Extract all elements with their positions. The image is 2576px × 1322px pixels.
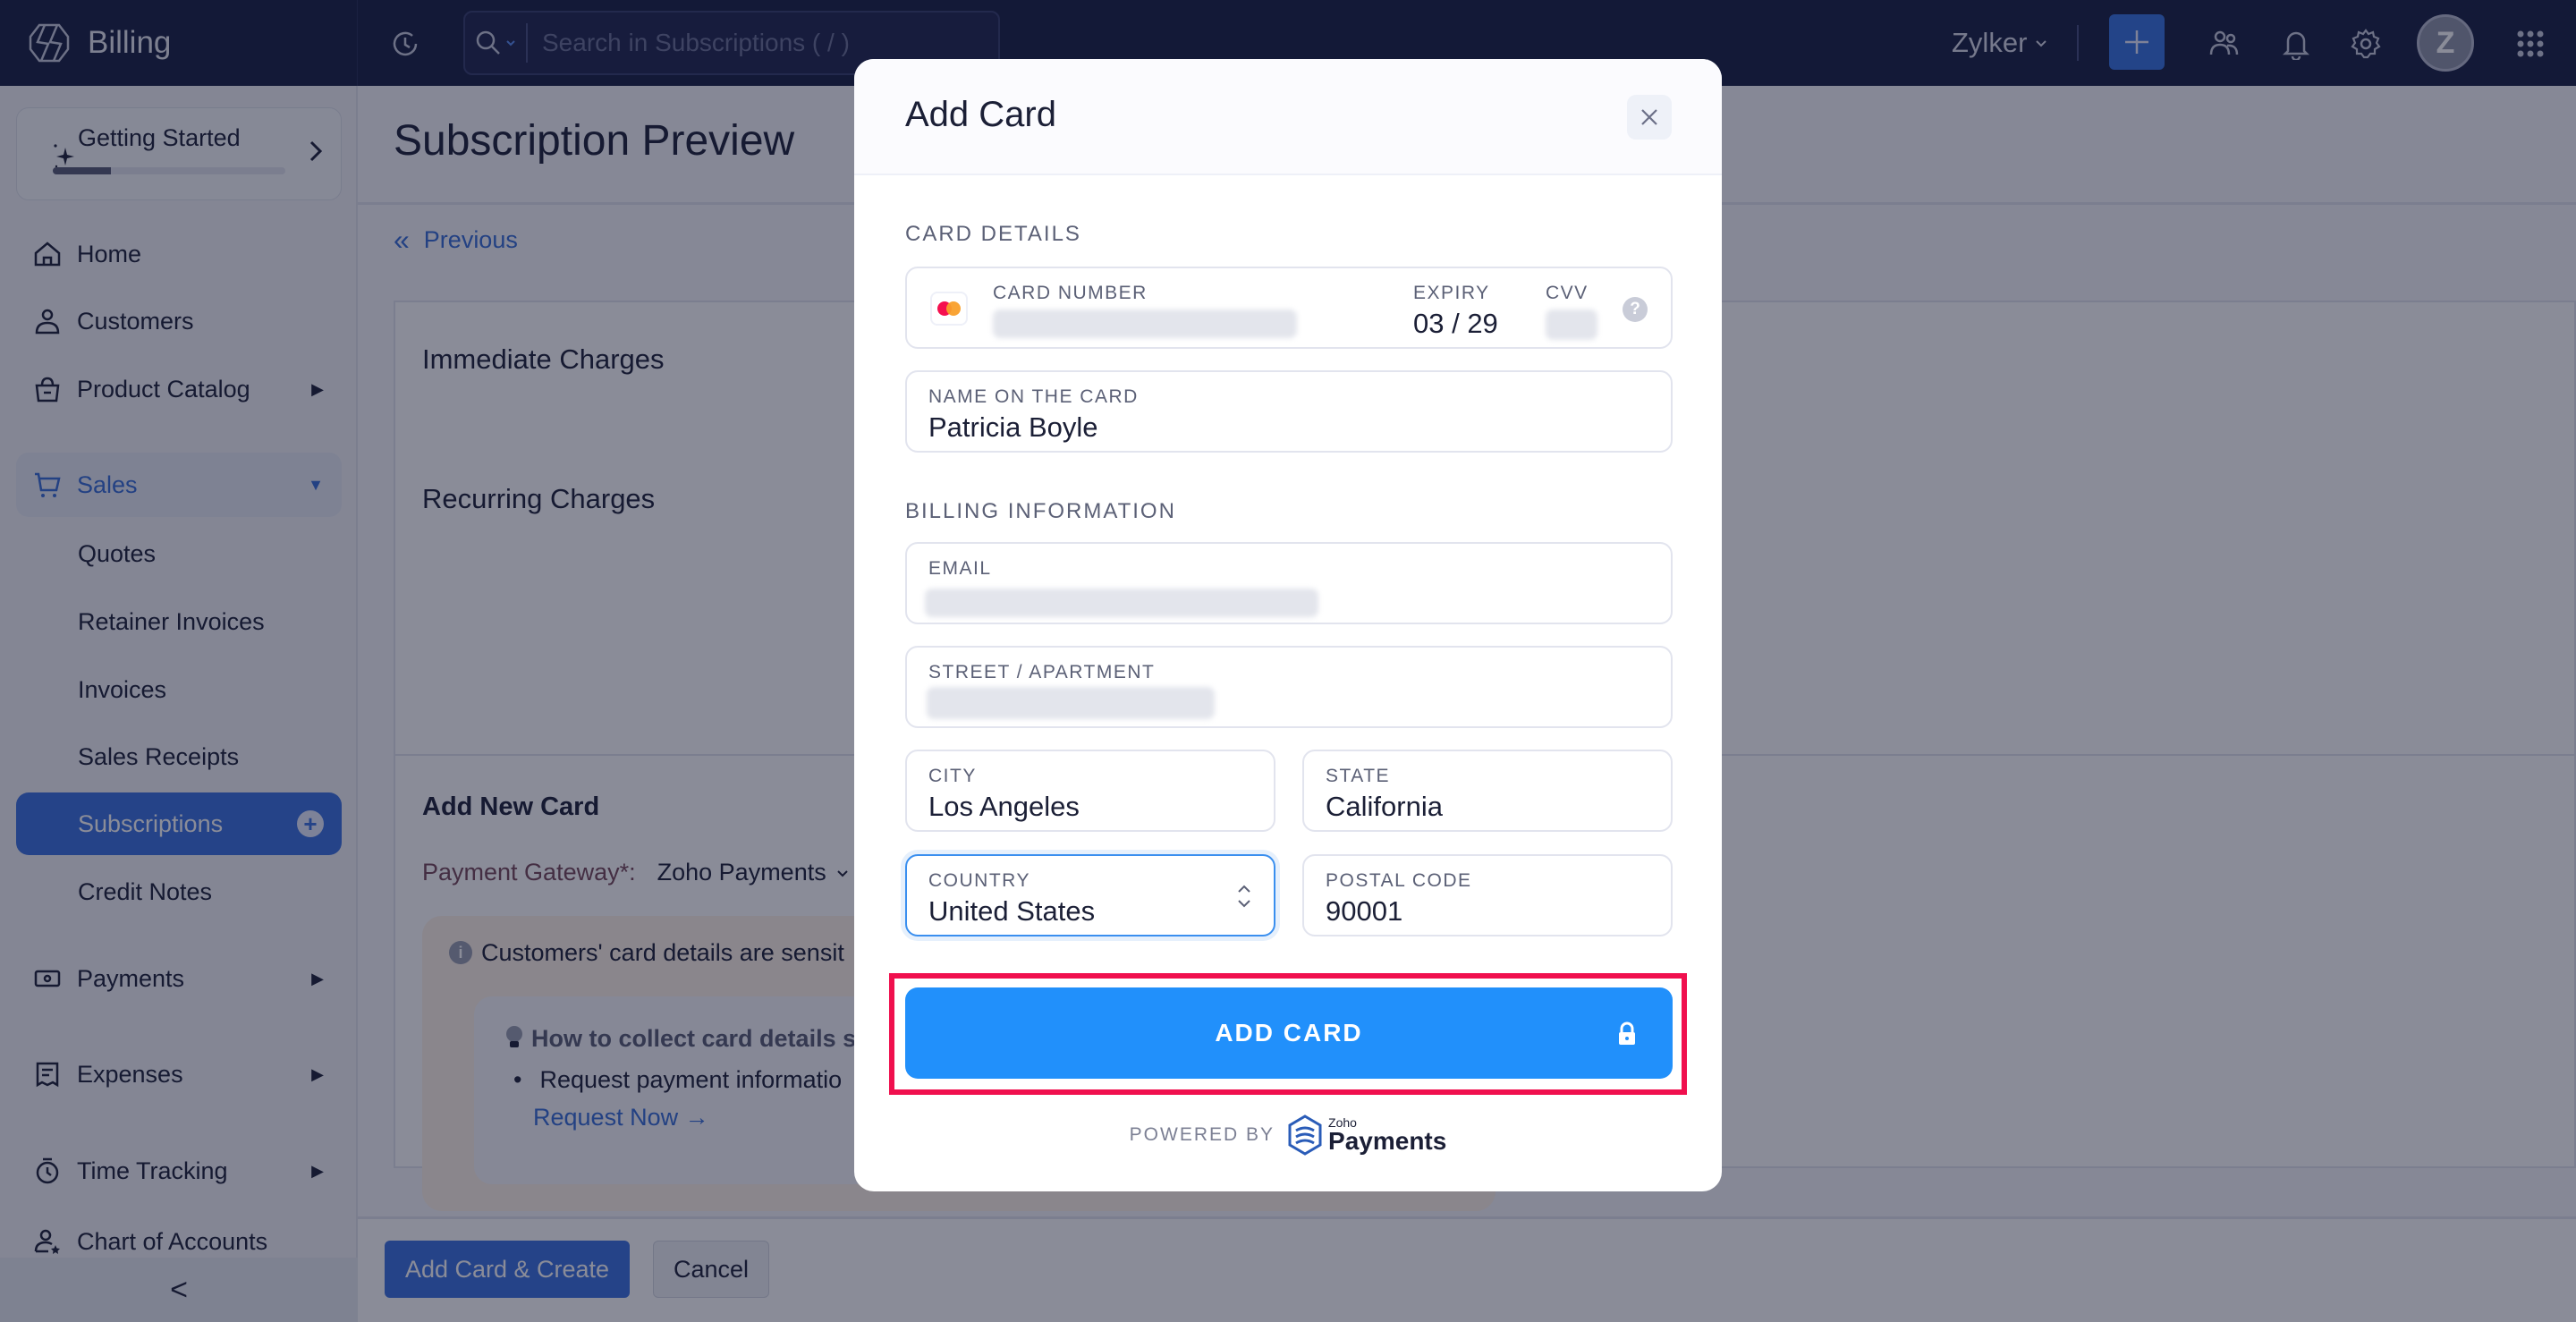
card-number-input[interactable] [993,309,1297,338]
close-button[interactable] [1627,95,1672,140]
city-input[interactable]: Los Angeles [928,791,1080,823]
select-arrows-icon [1236,881,1252,913]
postal-code-input[interactable]: 90001 [1326,895,1402,928]
expiry-label: EXPIRY [1413,283,1490,303]
add-card-button[interactable]: ADD CARD [905,987,1673,1079]
brand-big-text: Payments [1328,1127,1447,1155]
name-on-card-label: NAME ON THE CARD [928,386,1139,407]
name-on-card-input[interactable]: Patricia Boyle [928,411,1098,444]
city-field[interactable]: CITY Los Angeles [905,750,1275,832]
card-details-section-label: CARD DETAILS [905,222,1081,246]
card-number-label: CARD NUMBER [993,283,1148,303]
modal-header: Add Card [854,59,1722,175]
name-on-card-field[interactable]: NAME ON THE CARD Patricia Boyle [905,370,1673,453]
postal-code-label: POSTAL CODE [1326,870,1472,891]
mastercard-icon [930,292,968,326]
email-label: EMAIL [928,558,992,579]
state-input[interactable]: California [1326,791,1443,823]
email-input[interactable] [925,589,1318,617]
powered-by-row: POWERED BY Zoho Payments [854,1114,1722,1156]
state-label: STATE [1326,766,1391,786]
card-details-field: CARD NUMBER EXPIRY 03 / 29 CVV ? [905,267,1673,349]
modal-title: Add Card [905,95,1056,134]
zoho-payments-icon [1288,1114,1322,1156]
expiry-input[interactable]: 03 / 29 [1413,308,1498,340]
street-input[interactable] [927,687,1215,719]
city-label: CITY [928,766,977,786]
street-label: STREET / APARTMENT [928,662,1156,682]
help-icon[interactable]: ? [1623,297,1648,322]
state-field[interactable]: STATE California [1302,750,1673,832]
street-field[interactable]: STREET / APARTMENT [905,646,1673,728]
cvv-input[interactable] [1546,309,1597,340]
powered-by-label: POWERED BY [1129,1124,1275,1145]
close-icon [1641,109,1657,125]
add-card-label: ADD CARD [1215,1019,1363,1047]
postal-code-field[interactable]: POSTAL CODE 90001 [1302,854,1673,936]
country-label: COUNTRY [928,870,1030,891]
billing-section-label: BILLING INFORMATION [905,499,1176,523]
zoho-payments-logo: Zoho Payments [1287,1114,1446,1156]
country-value: United States [928,895,1096,927]
add-card-modal: Add Card CARD DETAILS CARD NUMBER EXPIRY… [854,59,1722,1191]
cvv-label: CVV [1546,283,1589,303]
lock-icon [1619,1021,1635,1045]
country-select[interactable]: COUNTRY United States [905,854,1275,936]
email-field[interactable]: EMAIL [905,542,1673,624]
